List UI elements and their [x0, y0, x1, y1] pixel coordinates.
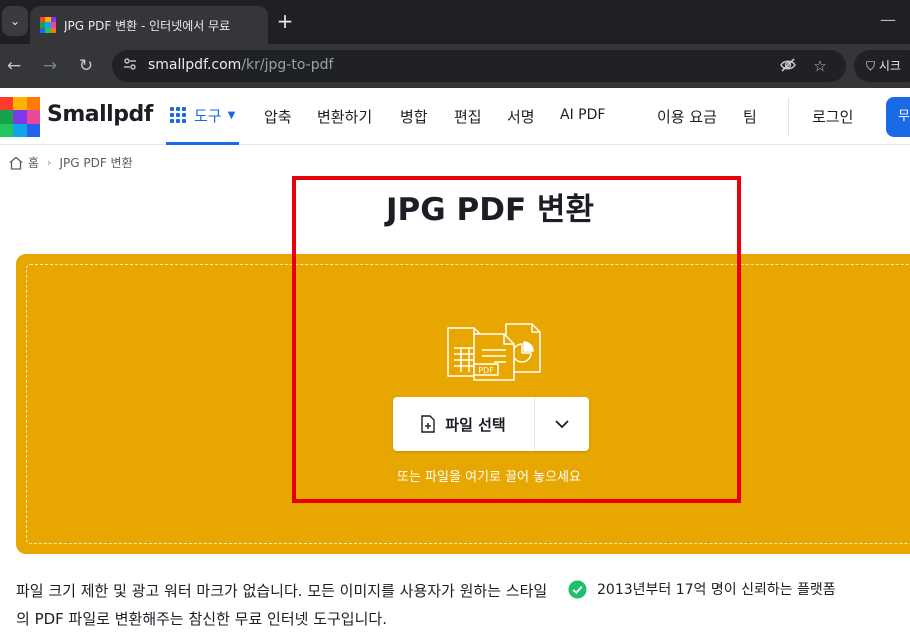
- breadcrumb-current: JPG PDF 변환: [59, 156, 133, 170]
- nav-convert[interactable]: 변환하기: [317, 106, 372, 127]
- home-icon[interactable]: [8, 155, 24, 171]
- nav-ai-pdf[interactable]: AI PDF: [560, 107, 605, 123]
- incognito-profile-button[interactable]: ⛉ 시크: [854, 50, 910, 82]
- browser-tab[interactable]: JPG PDF 변환 - 인터넷에서 무료: [30, 6, 268, 44]
- new-tab-button[interactable]: +: [274, 10, 296, 32]
- logo-text[interactable]: Smallpdf: [47, 102, 153, 127]
- url-path: /kr/jpg-to-pdf: [241, 57, 334, 73]
- nav-compress[interactable]: 압축: [264, 106, 292, 127]
- eye-off-icon[interactable]: [778, 56, 798, 76]
- browser-toolbar: ← → ↻ smallpdf.com/kr/jpg-to-pdf ☆ ⛉ 시크: [0, 44, 910, 88]
- check-circle-icon: [568, 579, 587, 599]
- smallpdf-logo-icon[interactable]: [0, 97, 40, 137]
- profile-label: 시크: [878, 59, 901, 73]
- browser-tab-bar: ⌄ JPG PDF 변환 - 인터넷에서 무료 + —: [0, 0, 910, 44]
- breadcrumb-chevron-icon: ›: [47, 156, 52, 169]
- url-text[interactable]: smallpdf.com/kr/jpg-to-pdf: [148, 57, 333, 73]
- minimize-icon[interactable]: —: [880, 10, 896, 29]
- tab-search-chevron-icon[interactable]: ⌄: [2, 6, 28, 36]
- trust-text: 2013년부터 17억 명이 신뢰하는 플랫폼: [597, 582, 836, 598]
- url-host: smallpdf.com: [148, 57, 242, 73]
- tab-title: JPG PDF 변환 - 인터넷에서 무료: [64, 18, 231, 33]
- annotation-highlight-box: [292, 176, 741, 503]
- address-bar[interactable]: smallpdf.com/kr/jpg-to-pdf ☆: [112, 50, 846, 82]
- signup-button[interactable]: 무: [886, 97, 910, 137]
- tool-description: 파일 크기 제한 및 광고 워터 마크가 없습니다. 모든 이미지를 사용자가 …: [16, 582, 548, 628]
- nav-divider: [788, 98, 789, 136]
- trust-statement: 2013년부터 17억 명이 신뢰하는 플랫폼: [568, 579, 836, 599]
- smallpdf-favicon-icon: [40, 17, 56, 33]
- site-header: Smallpdf 도구 ▼ 압축 변환하기 병합 편집 서명 AI PDF 이용…: [0, 88, 910, 145]
- nav-edit[interactable]: 편집: [454, 106, 482, 127]
- site-info-icon[interactable]: [120, 56, 140, 76]
- nav-sign[interactable]: 서명: [507, 106, 535, 127]
- caret-down-icon: ▼: [227, 109, 236, 121]
- forward-arrow-icon[interactable]: →: [38, 54, 62, 78]
- reload-icon[interactable]: ↻: [74, 54, 98, 78]
- login-link[interactable]: 로그인: [812, 106, 853, 127]
- nav-pricing[interactable]: 이용 요금: [657, 106, 717, 127]
- apps-grid-icon: [170, 107, 186, 123]
- breadcrumb-home[interactable]: 홈: [28, 154, 39, 171]
- bookmark-star-icon[interactable]: ☆: [810, 56, 830, 76]
- incognito-icon: ⛉: [866, 59, 876, 73]
- nav-team[interactable]: 팀: [743, 106, 757, 127]
- nav-merge[interactable]: 병합: [400, 106, 428, 127]
- nav-tools-label: 도구: [194, 106, 222, 125]
- breadcrumb: 홈 › JPG PDF 변환: [8, 154, 133, 171]
- back-arrow-icon[interactable]: ←: [2, 54, 26, 78]
- nav-tools-dropdown[interactable]: 도구 ▼: [166, 88, 240, 145]
